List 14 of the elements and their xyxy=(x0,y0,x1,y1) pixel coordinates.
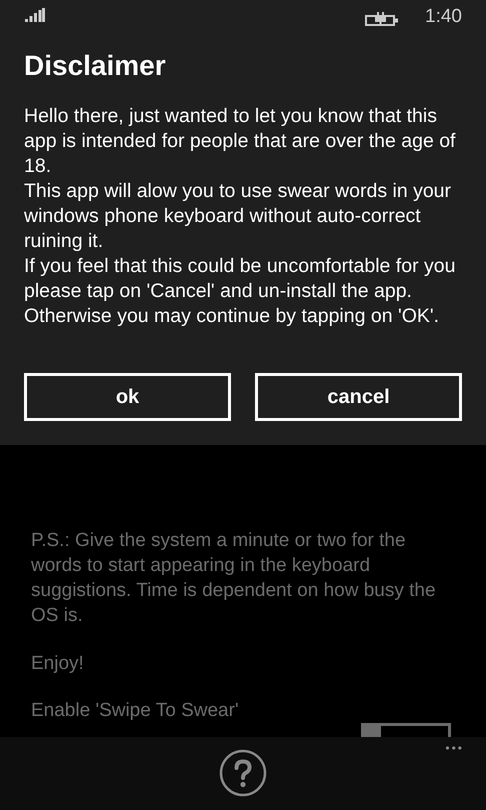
dialog-button[interactable]: cancel xyxy=(255,373,462,421)
page-paragraph: Enjoy! xyxy=(31,652,85,676)
dialog-paragraph: If you feel that this could be uncomfortable for you please tap on 'Cancel' and un-install the app. Otherwise you may continue by tapping on 'OK'. xyxy=(24,254,456,329)
clock-time: 1:40 xyxy=(425,6,462,28)
dialog-title: Disclaimer xyxy=(24,49,167,83)
help-icon[interactable] xyxy=(219,749,267,797)
battery-charging-icon xyxy=(365,12,400,26)
more-menu[interactable]: ••• xyxy=(445,741,464,755)
dialog-paragraph: This app will alow you to use swear words in your windows phone keyboard without auto-correct ruining it. xyxy=(24,179,452,254)
toggle-label: Enable 'Swipe To Swear' xyxy=(31,699,240,723)
page-paragraph: P.S.: Give the system a minute or two for the words to start appearing in the keyboard suggistions. Time is dependent on how busy the OS is. xyxy=(31,529,437,628)
dialog-paragraph: Hello there, just wanted to let you know that this app is intended for people that are over the age of 18. xyxy=(24,104,456,179)
signal-icon xyxy=(25,8,45,22)
dialog-button[interactable]: ok xyxy=(24,373,231,421)
